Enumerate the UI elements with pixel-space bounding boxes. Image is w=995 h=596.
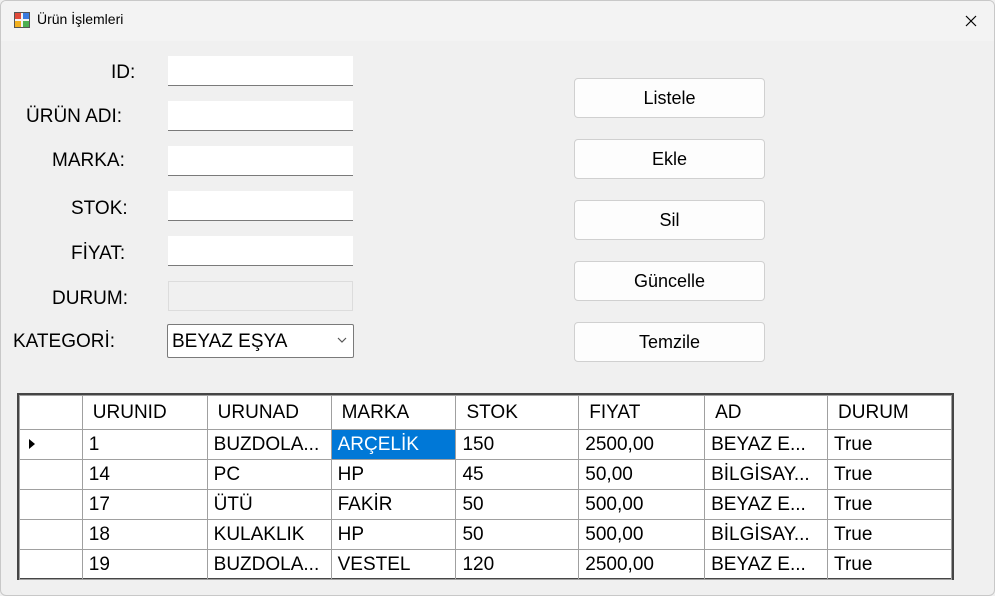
grid-cell[interactable]: HP [330, 459, 457, 490]
id-label: ID: [111, 62, 136, 83]
kategori-label: KATEGORİ: [13, 331, 116, 352]
grid-cell[interactable]: HP [330, 519, 457, 550]
row-header[interactable] [19, 429, 83, 460]
grid-cell[interactable]: True [827, 489, 952, 520]
grid-cell[interactable]: BİLGİSAY... [704, 459, 829, 490]
grid-cell[interactable]: 50,00 [578, 459, 706, 490]
column-header-urunid[interactable]: URUNID [81, 395, 208, 430]
temzile-button[interactable]: Temzile [574, 322, 765, 362]
close-button[interactable] [948, 1, 994, 41]
grid-table: URUNID URUNAD MARKA STOK FIYAT AD DURUM … [19, 395, 952, 580]
urun-adi-label: ÜRÜN ADI: [26, 106, 123, 127]
durum-label: DURUM: [52, 288, 128, 309]
listele-button[interactable]: Listele [574, 78, 765, 118]
grid-cell[interactable]: 500,00 [578, 489, 706, 520]
grid-cell[interactable]: BİLGİSAY... [704, 519, 829, 550]
id-field[interactable] [168, 56, 353, 86]
grid-cell[interactable]: BEYAZ E... [704, 489, 829, 520]
grid-cell[interactable]: FAKİR [330, 489, 457, 520]
app-icon [14, 12, 30, 28]
grid-cell[interactable]: True [827, 549, 952, 580]
table-row[interactable]: 18 KULAKLIK HP 50 500,00 BİLGİSAY... True [19, 519, 952, 550]
urun-adi-field[interactable] [168, 101, 353, 131]
data-grid[interactable]: URUNID URUNAD MARKA STOK FIYAT AD DURUM … [17, 393, 954, 580]
row-header[interactable] [19, 489, 83, 520]
table-row[interactable]: 17 ÜTÜ FAKİR 50 500,00 BEYAZ E... True [19, 489, 952, 520]
grid-cell[interactable]: VESTEL [330, 549, 457, 580]
kategori-combobox[interactable]: BEYAZ EŞYA [167, 324, 354, 358]
row-header[interactable] [19, 459, 83, 490]
grid-cell[interactable]: 18 [81, 519, 208, 550]
marka-label: MARKA: [52, 150, 125, 171]
stok-label: STOK: [71, 198, 128, 219]
grid-cell[interactable]: BEYAZ E... [704, 549, 829, 580]
title-bar[interactable]: Ürün İşlemleri [1, 1, 994, 41]
window-title: Ürün İşlemleri [37, 11, 124, 27]
grid-cell[interactable]: 120 [455, 549, 580, 580]
column-header-ad[interactable]: AD [704, 395, 829, 430]
grid-corner-header[interactable] [19, 395, 83, 430]
current-row-arrow-icon [29, 439, 35, 449]
grid-cell[interactable]: 1 [81, 429, 208, 460]
ekle-button[interactable]: Ekle [574, 139, 765, 179]
grid-cell[interactable]: 2500,00 [578, 549, 706, 580]
close-icon [965, 15, 977, 27]
grid-cell[interactable]: 45 [455, 459, 580, 490]
fiyat-field[interactable] [168, 236, 353, 266]
table-row[interactable]: 19 BUZDOLA... VESTEL 120 2500,00 BEYAZ E... Tr… [19, 549, 952, 580]
grid-cell[interactable]: ÜTÜ [206, 489, 332, 520]
grid-cell[interactable]: KULAKLIK [206, 519, 332, 550]
sil-button[interactable]: Sil [574, 200, 765, 240]
main-window: Ürün İşlemleri ID: ÜRÜN ADI: MARKA: STOK… [0, 0, 995, 596]
grid-cell[interactable]: 14 [81, 459, 208, 490]
grid-cell[interactable]: BUZDOLA... [206, 429, 332, 460]
grid-cell[interactable]: 50 [455, 519, 580, 550]
grid-cell[interactable]: BEYAZ E... [704, 429, 829, 460]
row-header[interactable] [19, 549, 83, 580]
guncelle-button[interactable]: Güncelle [574, 261, 765, 301]
grid-cell[interactable]: BUZDOLA... [206, 549, 332, 580]
grid-cell[interactable]: True [827, 459, 952, 490]
kategori-selected-value: BEYAZ EŞYA [172, 331, 288, 352]
row-header[interactable] [19, 519, 83, 550]
chevron-down-icon [337, 337, 347, 343]
grid-cell[interactable]: ARÇELİK [330, 429, 457, 460]
grid-cell[interactable]: 17 [81, 489, 208, 520]
table-row[interactable]: 14 PC HP 45 50,00 BİLGİSAY... True [19, 459, 952, 490]
grid-cell[interactable]: PC [206, 459, 332, 490]
table-row[interactable]: 1 BUZDOLA... ARÇELİK 150 2500,00 BEYAZ E... Tr… [19, 429, 952, 460]
grid-cell[interactable]: True [827, 519, 952, 550]
grid-header-row: URUNID URUNAD MARKA STOK FIYAT AD DURUM [19, 395, 952, 430]
fiyat-label: FİYAT: [71, 243, 126, 264]
durum-field [168, 281, 353, 311]
grid-cell[interactable]: 19 [81, 549, 208, 580]
column-header-stok[interactable]: STOK [455, 395, 580, 430]
grid-cell[interactable]: 150 [455, 429, 580, 460]
stok-field[interactable] [168, 191, 353, 221]
grid-cell[interactable]: 50 [455, 489, 580, 520]
column-header-durum[interactable]: DURUM [827, 395, 952, 430]
column-header-urunad[interactable]: URUNAD [206, 395, 332, 430]
column-header-fiyat[interactable]: FIYAT [578, 395, 706, 430]
grid-cell[interactable]: 500,00 [578, 519, 706, 550]
marka-field[interactable] [168, 146, 353, 176]
column-header-marka[interactable]: MARKA [330, 395, 457, 430]
grid-cell[interactable]: True [827, 429, 952, 460]
grid-cell[interactable]: 2500,00 [578, 429, 706, 460]
